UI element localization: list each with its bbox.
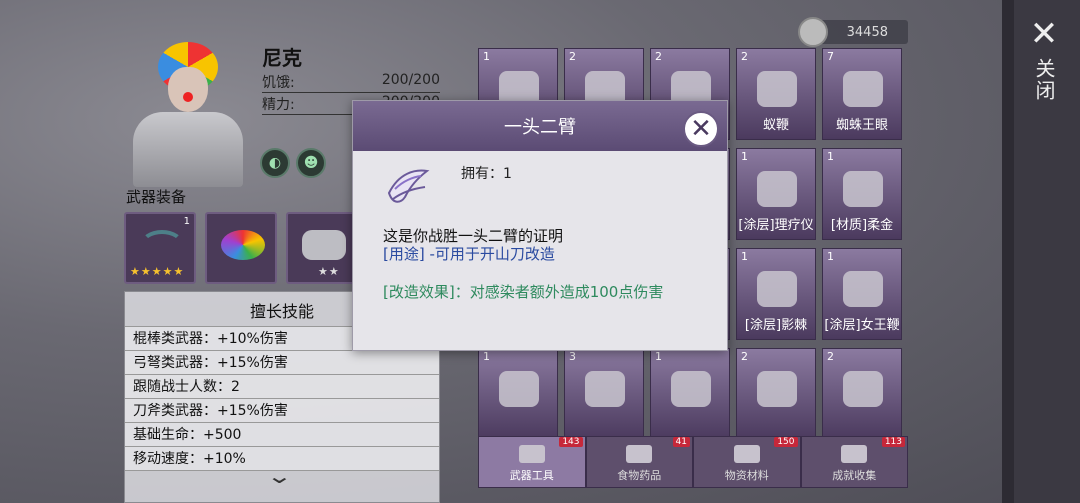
tab-food-medicine[interactable]: 41 食物药品: [585, 436, 693, 488]
item-name: [涂层]女王鞭: [824, 318, 900, 333]
item-name: 蜘蛛王眼: [835, 118, 888, 133]
inventory-cell[interactable]: 2: [822, 348, 902, 440]
item-icon: [499, 371, 539, 407]
item-count: 2: [741, 50, 748, 63]
item-icon: [843, 171, 883, 207]
item-count: 2: [569, 50, 576, 63]
tab-weapons-tools[interactable]: 143 武器工具: [478, 436, 586, 488]
scythe-icon: [140, 230, 184, 260]
item-count: 1: [741, 250, 748, 263]
inventory-cell[interactable]: 1: [650, 348, 730, 440]
skill-row: 弓弩类武器：+15%伤害: [125, 351, 439, 375]
modal-close-button[interactable]: ✕: [683, 111, 719, 147]
item-count: 1: [655, 350, 662, 363]
equip-slot-count: 1: [183, 216, 190, 227]
item-name: [材质]柔金: [830, 218, 894, 233]
equip-slot-stars: ★★: [318, 265, 340, 278]
character-avatar: [128, 42, 248, 187]
tab-label: 物资材料: [724, 469, 769, 482]
modal-title: 一头二臂: [353, 101, 727, 151]
tab-badge: 113: [881, 437, 905, 447]
item-icon: [843, 71, 883, 107]
item-count: 1: [827, 250, 834, 263]
material-icon: [733, 445, 760, 463]
item-icon: [843, 271, 883, 307]
item-icon: [757, 371, 797, 407]
tab-badge: 143: [559, 437, 583, 447]
close-icon: ✕: [690, 114, 712, 144]
item-count: 3: [569, 350, 576, 363]
item-count: 2: [655, 50, 662, 63]
coin-icon: [798, 17, 828, 47]
stomach-icon[interactable]: ◐: [260, 148, 290, 178]
tab-label: 成就收集: [832, 469, 877, 482]
item-use: [用途] -可用于开山刀改造: [383, 245, 555, 263]
food-icon: [626, 445, 653, 463]
item-count: 2: [827, 350, 834, 363]
item-effect: [改造效果]：对感染者额外造成100点伤害: [383, 283, 664, 301]
armor-icon: [302, 230, 346, 260]
trophy-claw-icon: [387, 169, 430, 203]
item-icon: [757, 71, 797, 107]
tab-badge: 150: [774, 437, 798, 447]
owned-count: 拥有：1: [461, 166, 512, 182]
close-label[interactable]: 关闭: [1030, 58, 1059, 102]
inventory-cell[interactable]: 1: [478, 348, 558, 440]
inventory-cell[interactable]: 1 [涂层]影棘: [736, 248, 816, 340]
equip-slot-stars: ★★★★★: [130, 265, 185, 278]
skill-row: 跟随战士人数：2: [125, 375, 439, 399]
item-detail-modal: 一头二臂 ✕ 拥有：1 这是你战胜一头二臂的证明 [用途] -可用于开山刀改造 …: [352, 100, 728, 351]
mood-icon[interactable]: ☻: [296, 148, 326, 178]
stat-hunger: 饥饿: 200/200: [262, 72, 440, 93]
inventory-cell[interactable]: 2: [736, 348, 816, 440]
tab-achievements[interactable]: 113 成就收集: [800, 436, 908, 488]
inventory-cell[interactable]: 1 [涂层]理疗仪: [736, 148, 816, 240]
axe-icon: [518, 445, 545, 463]
item-count: 1: [483, 350, 490, 363]
inventory-cell[interactable]: 7 蜘蛛王眼: [822, 48, 902, 140]
item-name: [涂层]影棘: [744, 318, 808, 333]
right-sidebar: ✕ 关闭: [1002, 0, 1080, 503]
item-count: 1: [741, 150, 748, 163]
character-name: 尼克: [262, 46, 302, 70]
inventory-cell[interactable]: 1 [涂层]女王鞭: [822, 248, 902, 340]
item-name: 蚁鞭: [762, 118, 789, 133]
skill-row: 基础生命：+500: [125, 423, 439, 447]
chevron-down-icon[interactable]: ⌄: [266, 464, 293, 488]
item-count: 1: [483, 50, 490, 63]
category-tabs: 143 武器工具 41 食物药品 150 物资材料 113 成就收集: [478, 436, 908, 488]
item-icon: [757, 271, 797, 307]
inventory-cell[interactable]: 3: [564, 348, 644, 440]
equip-slot-head[interactable]: [205, 212, 277, 284]
close-icon[interactable]: ✕: [1024, 14, 1064, 54]
item-icon: [843, 371, 883, 407]
currency-amount: 34458: [846, 24, 888, 40]
weapon-header-label: 武器装备: [126, 187, 187, 206]
item-icon: [671, 371, 711, 407]
skill-row: 刀斧类武器：+15%伤害: [125, 399, 439, 423]
equip-slot-weapon[interactable]: 1 ★★★★★: [124, 212, 196, 284]
item-description: 这是你战胜一头二臂的证明: [383, 227, 564, 245]
item-count: 1: [827, 150, 834, 163]
equip-slot-body[interactable]: ★★: [286, 212, 358, 284]
item-icon: [757, 171, 797, 207]
tab-label: 食物药品: [617, 469, 662, 482]
item-icon: [585, 371, 625, 407]
tab-materials[interactable]: 150 物资材料: [693, 436, 801, 488]
tab-badge: 41: [672, 437, 690, 447]
inventory-cell[interactable]: 2 蚁鞭: [736, 48, 816, 140]
tab-label: 武器工具: [509, 469, 554, 482]
trophy-icon: [841, 445, 868, 463]
item-name: [涂层]理疗仪: [738, 218, 814, 233]
item-count: 2: [741, 350, 748, 363]
inventory-cell[interactable]: 1 [材质]柔金: [822, 148, 902, 240]
item-count: 7: [827, 50, 834, 63]
rainbow-wig-icon: [221, 230, 265, 260]
